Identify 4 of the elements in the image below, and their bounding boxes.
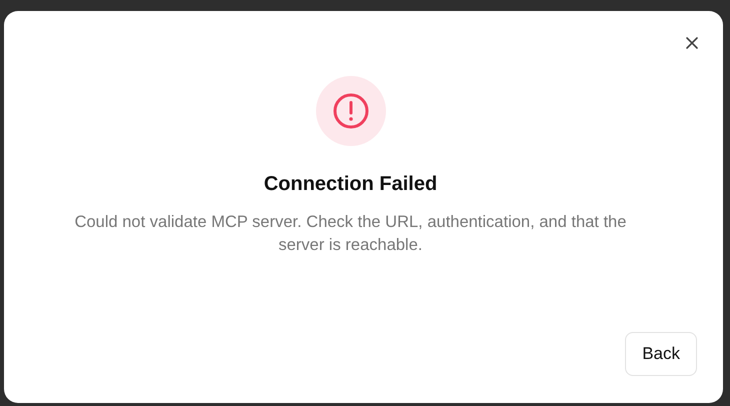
dialog-message: Could not validate MCP server. Check the URL, authentication, and that the server is reachable.	[74, 212, 628, 256]
close-icon[interactable]	[684, 35, 700, 51]
dialog-title: Connection Failed	[264, 172, 438, 197]
back-button[interactable]: Back	[625, 332, 697, 376]
